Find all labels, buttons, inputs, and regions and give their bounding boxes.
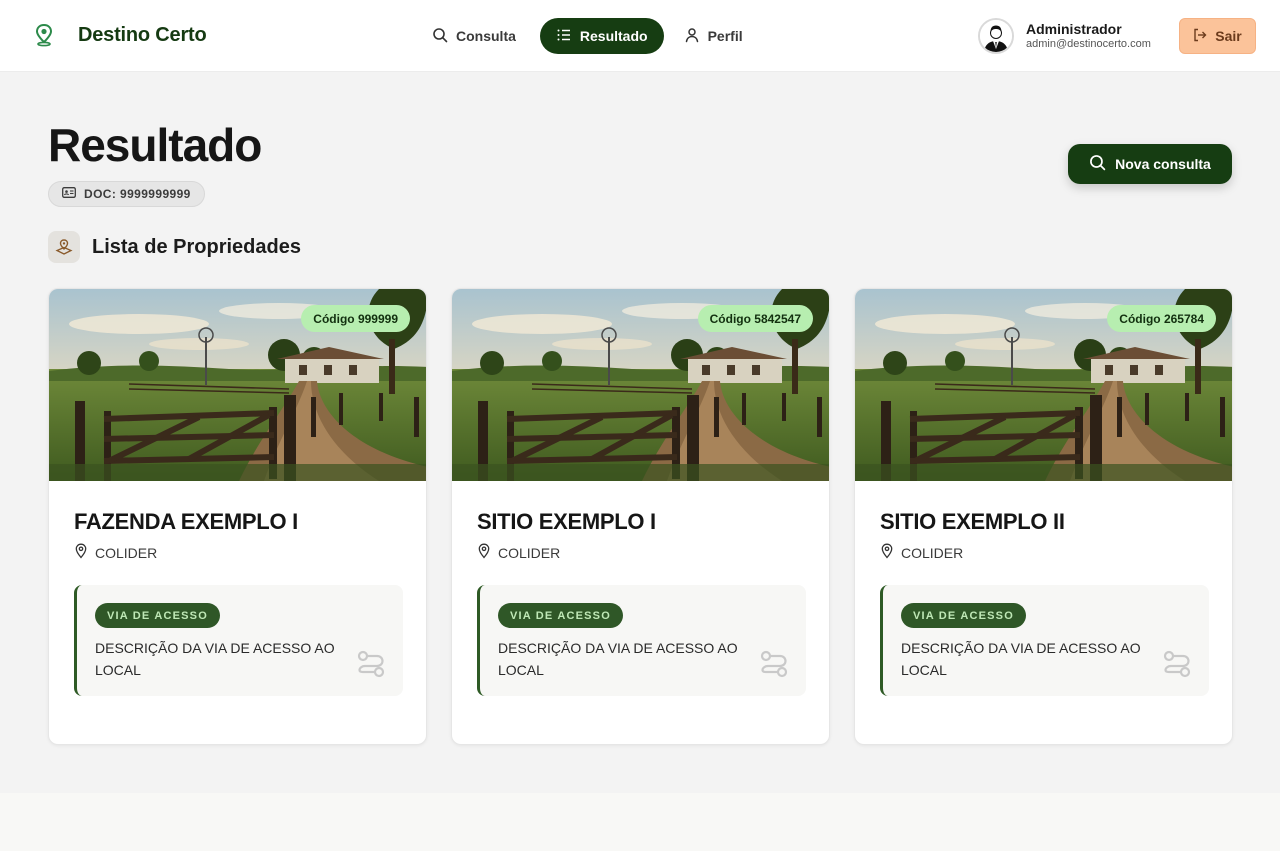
section-header: Lista de Propriedades [48, 231, 301, 263]
location-label: COLIDER [901, 544, 964, 561]
user-icon [684, 27, 700, 46]
logout-icon [1193, 28, 1207, 45]
route-icon [760, 649, 788, 684]
page-title: Resultado [48, 119, 262, 171]
avatar [978, 18, 1014, 54]
property-location: COLIDER [74, 543, 157, 562]
section-title: Lista de Propriedades [92, 235, 301, 258]
location-label: COLIDER [95, 544, 158, 561]
location-label: COLIDER [498, 544, 561, 561]
nav-item-perfil[interactable]: Perfil [672, 18, 759, 54]
logout-label: Sair [1215, 28, 1242, 44]
land-plot-icon [48, 231, 80, 263]
property-title: SITIO EXEMPLO I [477, 509, 656, 534]
property-list: Código 999999 FAZENDA EXEMPLO I COLIDER … [48, 288, 1233, 745]
nav-label: Perfil [707, 28, 743, 44]
access-route-box: VIA DE ACESSO DESCRIÇÃO DA VIA DE ACESSO… [880, 585, 1209, 696]
property-card[interactable]: Código 999999 FAZENDA EXEMPLO I COLIDER … [48, 288, 427, 745]
logout-button[interactable]: Sair [1179, 18, 1256, 54]
route-icon [357, 649, 385, 684]
map-pin-icon [74, 543, 88, 562]
doc-badge: DOC: 9999999999 [48, 181, 205, 207]
top-header: Destino Certo Consulta Resultado Perfil [0, 0, 1280, 72]
user-info: Administrador admin@destinocerto.com [1026, 21, 1151, 50]
nav-label: Consulta [456, 28, 516, 44]
list-icon [556, 27, 572, 46]
search-icon [432, 27, 448, 46]
access-description: DESCRIÇÃO DA VIA DE ACESSO AO LOCAL [901, 640, 1141, 678]
access-tag: VIA DE ACESSO [498, 603, 623, 628]
map-pin-icon [477, 543, 491, 562]
property-location: COLIDER [880, 543, 963, 562]
property-title: FAZENDA EXEMPLO I [74, 509, 298, 534]
code-badge: Código 5842547 [697, 305, 813, 332]
id-card-icon [62, 187, 76, 201]
property-image: Código 265784 [855, 289, 1232, 481]
access-tag: VIA DE ACESSO [901, 603, 1026, 628]
access-tag: VIA DE ACESSO [95, 603, 220, 628]
property-image: Código 5842547 [452, 289, 829, 481]
property-image: Código 999999 [49, 289, 426, 481]
access-description: DESCRIÇÃO DA VIA DE ACESSO AO LOCAL [95, 640, 335, 678]
main-nav: Consulta Resultado Perfil [420, 18, 759, 54]
nav-item-resultado[interactable]: Resultado [539, 18, 664, 54]
map-pin-icon [880, 543, 894, 562]
new-query-label: Nova consulta [1115, 156, 1211, 172]
access-route-box: VIA DE ACESSO DESCRIÇÃO DA VIA DE ACESSO… [477, 585, 806, 696]
footer [0, 793, 1280, 851]
user-name: Administrador [1026, 21, 1122, 38]
access-description: DESCRIÇÃO DA VIA DE ACESSO AO LOCAL [498, 640, 738, 678]
access-route-box: VIA DE ACESSO DESCRIÇÃO DA VIA DE ACESSO… [74, 585, 403, 696]
search-icon [1089, 154, 1106, 174]
nav-item-consulta[interactable]: Consulta [420, 18, 532, 54]
new-query-button[interactable]: Nova consulta [1068, 144, 1232, 184]
brand-name: Destino Certo [78, 23, 207, 46]
user-menu[interactable]: Administrador admin@destinocerto.com [978, 18, 1151, 54]
main-content: Resultado DOC: 9999999999 Nova consulta … [0, 72, 1280, 793]
nav-label: Resultado [579, 28, 648, 44]
brand[interactable]: Destino Certo [32, 22, 207, 48]
property-title: SITIO EXEMPLO II [880, 509, 1065, 534]
code-badge: Código 999999 [301, 305, 410, 332]
doc-number: DOC: 9999999999 [84, 187, 191, 201]
property-card[interactable]: Código 5842547 SITIO EXEMPLO I COLIDER V… [451, 288, 830, 745]
property-card[interactable]: Código 265784 SITIO EXEMPLO II COLIDER V… [854, 288, 1233, 745]
property-location: COLIDER [477, 543, 560, 562]
code-badge: Código 265784 [1107, 305, 1216, 332]
route-icon [1163, 649, 1191, 684]
user-email: admin@destinocerto.com [1026, 37, 1151, 50]
map-pin-logo-icon [32, 22, 56, 48]
